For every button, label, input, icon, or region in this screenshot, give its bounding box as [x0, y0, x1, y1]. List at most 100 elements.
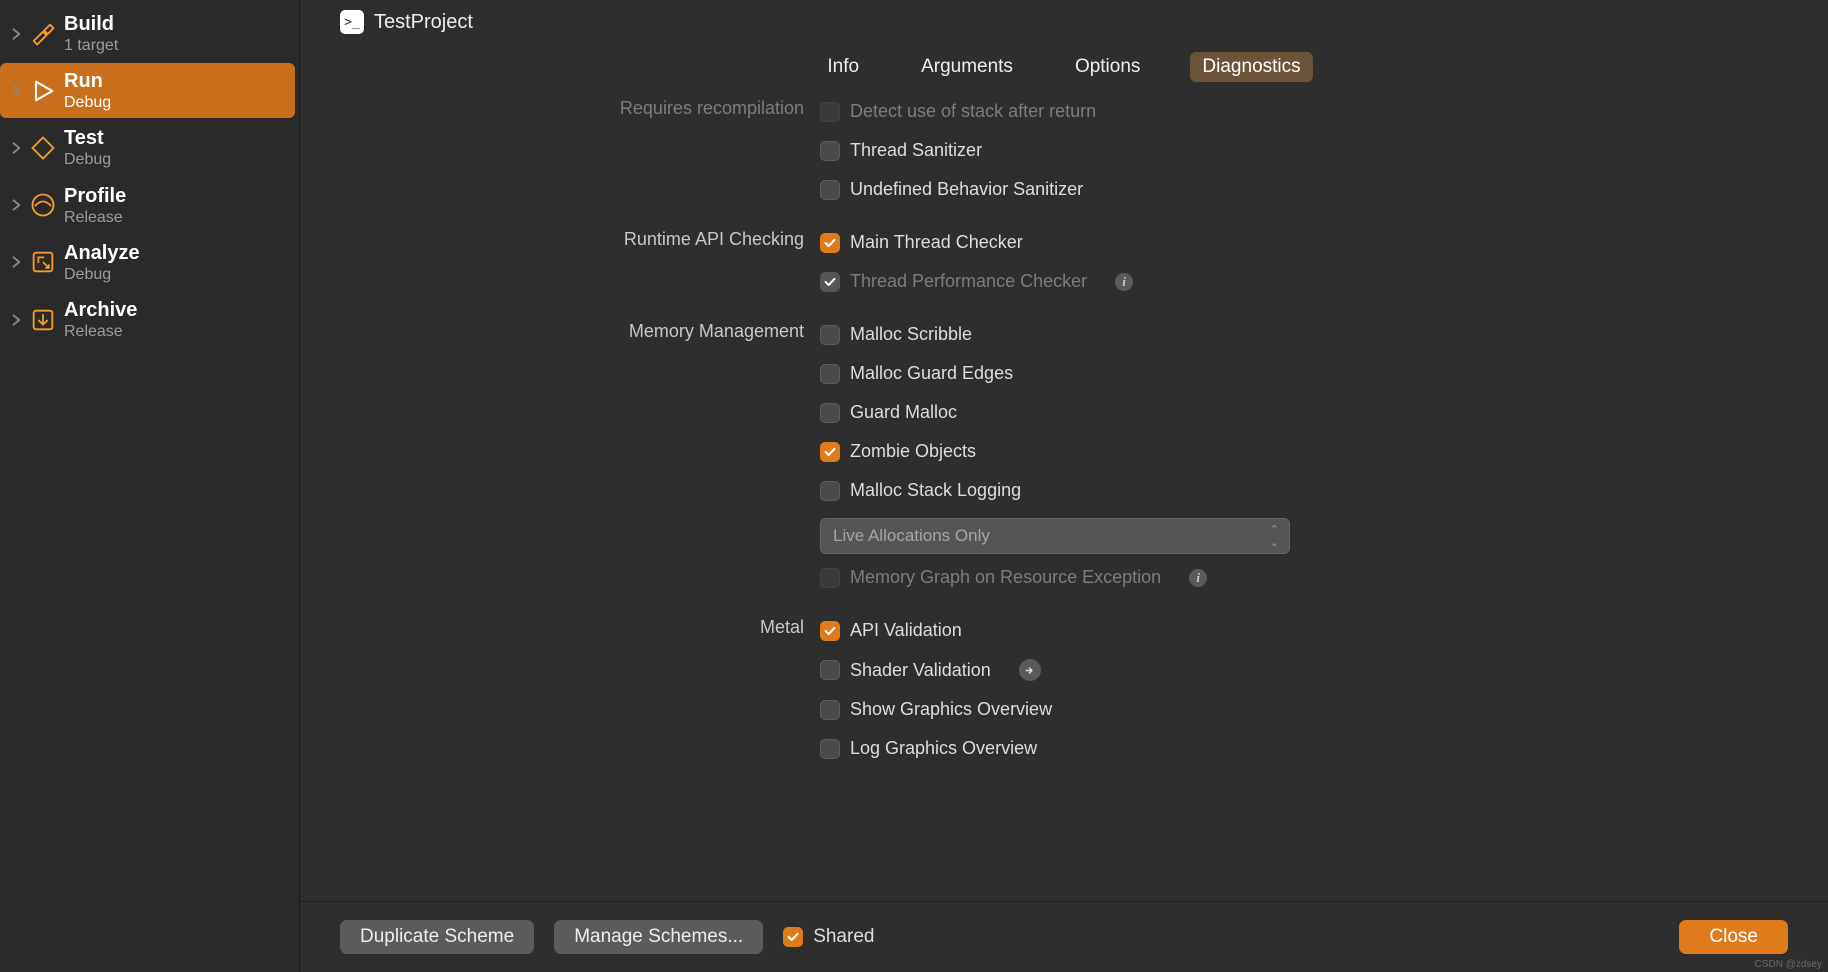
option-row: Malloc Scribble: [820, 319, 1778, 350]
checkbox[interactable]: [820, 660, 840, 680]
scheme-sidebar: Build1 targetRunDebugTestDebugProfileRel…: [0, 0, 300, 972]
option-row: Shader Validation: [820, 654, 1778, 686]
section-memory: Guard Malloc: [300, 393, 1828, 432]
checkbox: [820, 102, 840, 122]
tab-arguments[interactable]: Arguments: [909, 52, 1025, 82]
section-metal: Log Graphics Overview: [300, 729, 1828, 768]
close-button[interactable]: Close: [1679, 920, 1788, 954]
chevron-right-icon[interactable]: [10, 141, 24, 155]
chevron-right-icon[interactable]: [10, 255, 24, 269]
checkbox[interactable]: [820, 442, 840, 462]
shared-label: Shared: [813, 926, 874, 948]
info-icon[interactable]: i: [1115, 273, 1133, 291]
sidebar-item-subtitle: Debug: [64, 150, 111, 169]
option-label: Memory Graph on Resource Exception: [850, 567, 1161, 588]
main-pane: >_ TestProject InfoArgumentsOptionsDiagn…: [300, 0, 1828, 972]
section-memory: Malloc Stack Logging: [300, 471, 1828, 510]
sidebar-item-analyze[interactable]: AnalyzeDebug: [0, 235, 295, 290]
checkbox[interactable]: [820, 141, 840, 161]
chevron-right-icon[interactable]: [10, 27, 24, 41]
section-memory: Zombie Objects: [300, 432, 1828, 471]
option-row: Malloc Guard Edges: [820, 358, 1778, 389]
sidebar-item-archive[interactable]: ArchiveRelease: [0, 292, 295, 347]
manage-schemes-button[interactable]: Manage Schemes...: [554, 920, 763, 954]
updown-icon: ⌃⌄: [1270, 523, 1277, 549]
section-runtime: Thread Performance Checker i: [300, 262, 1828, 301]
sidebar-item-title: Run: [64, 69, 111, 93]
option-row: Thread Sanitizer: [820, 135, 1778, 166]
terminal-icon: >_: [340, 10, 364, 34]
option-row: Guard Malloc: [820, 397, 1778, 428]
option-label: Show Graphics Overview: [850, 699, 1052, 720]
chevron-right-icon[interactable]: [10, 313, 24, 327]
section-label: [350, 654, 820, 656]
shared-checkbox[interactable]: [783, 927, 803, 947]
option-label: Main Thread Checker: [850, 232, 1023, 253]
checkbox[interactable]: [820, 403, 840, 423]
sidebar-item-profile[interactable]: ProfileRelease: [0, 178, 295, 233]
arrow-right-icon[interactable]: [1019, 659, 1041, 681]
sidebar-item-subtitle: Release: [64, 322, 137, 341]
sidebar-item-title: Test: [64, 126, 111, 150]
section-label: [350, 174, 820, 176]
section-recompile: Undefined Behavior Sanitizer: [300, 170, 1828, 209]
option-label: Guard Malloc: [850, 402, 957, 423]
section-label: [350, 397, 820, 399]
sidebar-item-subtitle: 1 target: [64, 36, 118, 55]
sidebar-item-run[interactable]: RunDebug: [0, 63, 295, 118]
popup-value: Live Allocations Only: [833, 526, 990, 546]
section-label: Memory Management: [350, 319, 820, 342]
option-row: Detect use of stack after return: [820, 96, 1778, 127]
chevron-right-icon[interactable]: [10, 198, 24, 212]
checkbox[interactable]: [820, 233, 840, 253]
tab-options[interactable]: Options: [1063, 52, 1152, 82]
option-row: Main Thread Checker: [820, 227, 1778, 258]
option-label: Thread Sanitizer: [850, 140, 982, 161]
checkbox[interactable]: [820, 621, 840, 641]
checkbox[interactable]: [820, 364, 840, 384]
checkbox[interactable]: [820, 325, 840, 345]
checkbox[interactable]: [820, 180, 840, 200]
analyze-icon: [28, 247, 58, 277]
section-label: Metal: [350, 615, 820, 638]
sidebar-item-test[interactable]: TestDebug: [0, 120, 295, 175]
section-runtime: Runtime API CheckingMain Thread Checker: [300, 223, 1828, 262]
sidebar-item-title: Analyze: [64, 241, 140, 265]
option-label: API Validation: [850, 620, 962, 641]
option-label: Thread Performance Checker: [850, 271, 1087, 292]
duplicate-scheme-button[interactable]: Duplicate Scheme: [340, 920, 534, 954]
section-recompile: Thread Sanitizer: [300, 131, 1828, 170]
sidebar-item-title: Build: [64, 12, 118, 36]
diagnostics-content[interactable]: Requires recompilationDetect use of stac…: [300, 92, 1828, 901]
section-label: [350, 475, 820, 477]
option-row: Show Graphics Overview: [820, 694, 1778, 725]
play-icon: [28, 76, 58, 106]
checkbox: [820, 272, 840, 292]
option-label: Malloc Guard Edges: [850, 363, 1013, 384]
checkbox[interactable]: [820, 700, 840, 720]
checkbox[interactable]: [820, 481, 840, 501]
section-label: [350, 436, 820, 438]
option-label: Malloc Scribble: [850, 324, 972, 345]
option-label: Detect use of stack after return: [850, 101, 1096, 122]
tab-info[interactable]: Info: [815, 52, 871, 82]
footer-bar: Duplicate Scheme Manage Schemes... Share…: [300, 901, 1828, 972]
tab-diagnostics[interactable]: Diagnostics: [1190, 52, 1312, 82]
option-row: Zombie Objects: [820, 436, 1778, 467]
info-icon[interactable]: i: [1189, 569, 1207, 587]
checkbox[interactable]: [820, 739, 840, 759]
chevron-right-icon[interactable]: [10, 84, 24, 98]
sidebar-item-build[interactable]: Build1 target: [0, 6, 295, 61]
option-label: Malloc Stack Logging: [850, 480, 1021, 501]
malloc-logging-popup[interactable]: Live Allocations Only ⌃⌄: [820, 518, 1290, 554]
option-label: Undefined Behavior Sanitizer: [850, 179, 1083, 200]
option-label: Zombie Objects: [850, 441, 976, 462]
section-memory: Malloc Guard Edges: [300, 354, 1828, 393]
option-row: Memory Graph on Resource Exception i: [820, 562, 1778, 593]
section-metal: Shader Validation: [300, 650, 1828, 690]
section-recompile: Requires recompilationDetect use of stac…: [300, 92, 1828, 131]
option-label: Log Graphics Overview: [850, 738, 1037, 759]
hammer-icon: [28, 19, 58, 49]
archive-icon: [28, 305, 58, 335]
option-row: Malloc Stack Logging: [820, 475, 1778, 506]
